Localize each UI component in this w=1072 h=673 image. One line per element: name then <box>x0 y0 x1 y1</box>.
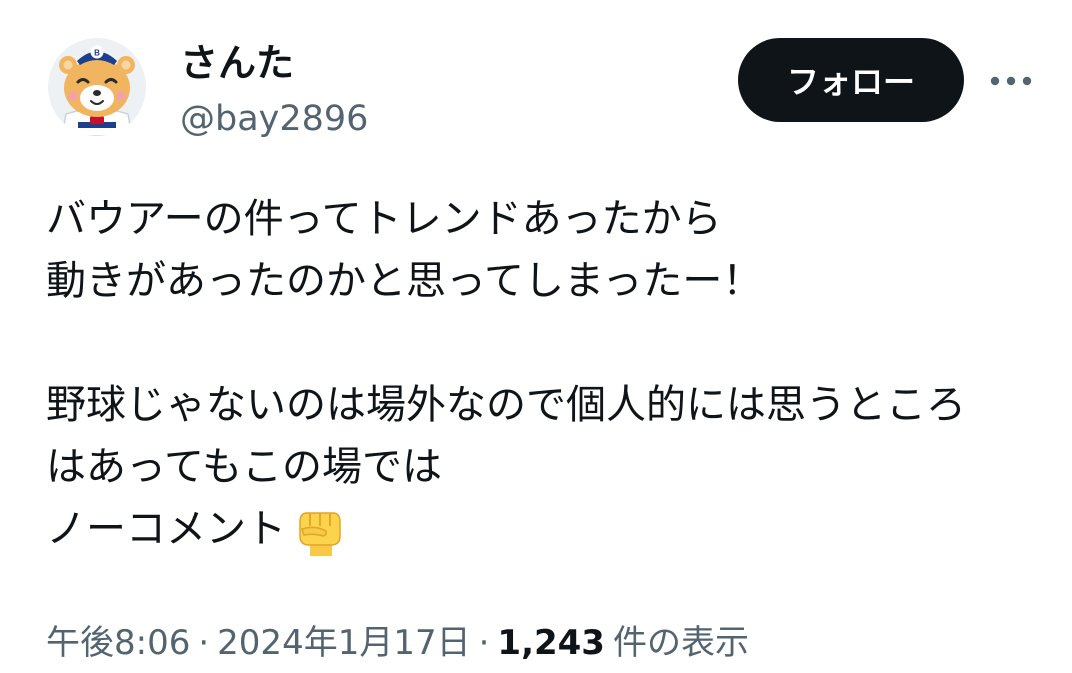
mascot-avatar-icon: B <box>48 38 146 136</box>
meta-separator: · <box>478 623 490 663</box>
follow-button[interactable]: フォロー <box>738 38 964 122</box>
tweet-line: 動きがあったのかと思ってしまったー！ <box>46 258 763 304</box>
tweet-line: ノーコメント <box>46 506 286 552</box>
tweet-meta: 午後8:06 · 2024年1月17日 · 1,243 件の表示 <box>46 618 749 668</box>
author-avatar[interactable]: B <box>48 38 146 136</box>
view-count[interactable]: 1,243 <box>497 623 605 663</box>
svg-text:B: B <box>94 49 100 58</box>
more-options-button[interactable] <box>986 56 1036 106</box>
raised-fist-emoji-icon <box>288 499 348 559</box>
views-label: 件の表示 <box>612 623 749 663</box>
author-handle[interactable]: @bay2896 <box>180 96 368 142</box>
paragraph-break <box>46 312 1046 374</box>
tweet-text: バウアーの件ってトレンドあったから 動きがあったのかと思ってしまったー！ 野球じ… <box>46 188 1046 560</box>
tweet-time[interactable]: 午後8:06 <box>46 623 190 663</box>
tweet-line: バウアーの件ってトレンドあったから <box>46 196 722 242</box>
more-horizontal-icon <box>990 76 1032 86</box>
author-display-name[interactable]: さんた <box>180 38 294 88</box>
tweet-date[interactable]: 2024年1月17日 <box>217 623 470 663</box>
tweet-line: はあってもこの場では <box>46 444 442 490</box>
tweet-line: 野球じゃないのは場外なので個人的には思うところ <box>46 382 966 428</box>
tweet-line-with-emoji: ノーコメント <box>46 498 1046 560</box>
meta-separator: · <box>198 623 210 663</box>
